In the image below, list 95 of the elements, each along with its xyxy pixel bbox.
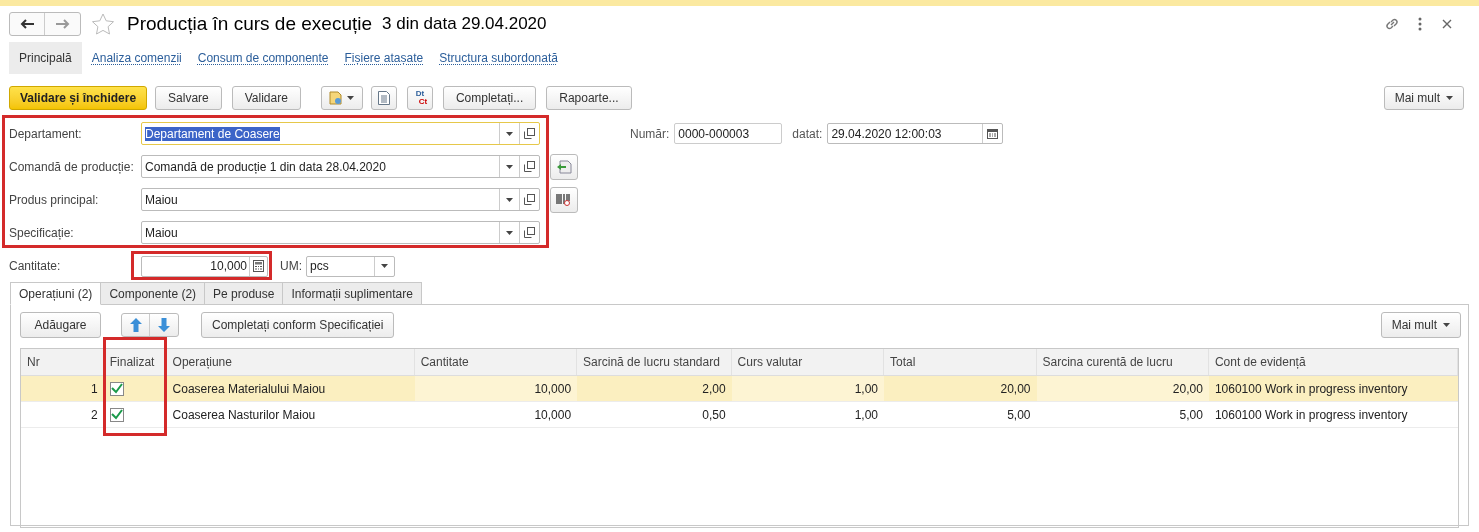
- more-actions-icon[interactable]: [1418, 17, 1422, 31]
- fill-by-specification-button[interactable]: Completați conform Specificației: [201, 312, 395, 338]
- star-icon[interactable]: [91, 13, 115, 35]
- field-label: Comandă de producție:: [9, 158, 135, 176]
- checkbox[interactable]: [109, 381, 124, 396]
- validate-close-button[interactable]: Validare și închidere: [9, 86, 148, 110]
- nav-link[interactable]: Fișiere atașate: [338, 42, 430, 74]
- create-based-button[interactable]: [320, 86, 363, 110]
- document-clock-icon: [329, 91, 344, 105]
- close-icon[interactable]: [1442, 19, 1452, 29]
- debit-credit-button[interactable]: Dt Ct: [406, 86, 433, 110]
- caret-icon: [1446, 96, 1453, 100]
- document-arrow-icon: [556, 159, 572, 174]
- document-subtitle: 3 din data 29.04.2020: [382, 13, 547, 36]
- tab[interactable]: Informații suplimentare: [282, 282, 422, 305]
- fill-from-order-button[interactable]: [550, 153, 578, 180]
- table-cell-text: 2,00: [701, 380, 727, 398]
- arrow-up-icon: [129, 318, 142, 332]
- table-cell-text: 1060100 Work in progress inventory: [1213, 380, 1409, 398]
- table-cell-text: Coaserea Nasturilor Maiou: [171, 406, 317, 424]
- field-label: Produs principal:: [9, 191, 100, 209]
- table-cell-text: 1060100 Work in progress inventory: [1213, 406, 1409, 424]
- caret-icon: [506, 131, 513, 136]
- more-button[interactable]: Mai mult: [1380, 312, 1461, 338]
- open-icon[interactable]: [524, 128, 535, 139]
- column-header[interactable]: Cont de evidență: [1208, 349, 1458, 375]
- select-field[interactable]: Maiou: [141, 188, 540, 211]
- toolbar-button[interactable]: Salvare: [155, 86, 222, 110]
- table-cell: 20,00: [1036, 376, 1209, 401]
- field-label: UM:: [280, 258, 302, 275]
- open-icon[interactable]: [524, 161, 535, 172]
- nav-link[interactable]: Structura subordonată: [433, 42, 564, 74]
- select-field[interactable]: Comandă de producție 1 din data 28.04.2020: [141, 155, 540, 178]
- column-header[interactable]: Cantitate: [414, 349, 578, 375]
- calculator-icon[interactable]: [253, 260, 264, 272]
- caret-icon: [1443, 323, 1450, 327]
- table-cell: 1,00: [731, 376, 885, 401]
- table-cell: 10,000: [414, 376, 578, 401]
- column-header[interactable]: Sarcina curentă de lucru: [1036, 349, 1209, 375]
- field-label: Departament:: [9, 125, 83, 143]
- caret-icon: [506, 197, 513, 202]
- column-header[interactable]: Sarcină de lucru standard: [577, 349, 732, 375]
- toolbar-button[interactable]: Validare: [231, 86, 301, 110]
- toolbar-button[interactable]: Rapoarte...: [546, 86, 632, 110]
- checkmark-icon: [110, 383, 123, 394]
- document-icon: [377, 91, 390, 105]
- arrow-right-icon: [55, 19, 70, 29]
- checkbox[interactable]: [109, 407, 124, 422]
- column-header[interactable]: Curs valutar: [731, 349, 885, 375]
- table-row[interactable]: 1 Coaserea Materialului Maiou 10,000 2,00 1,00 20,00 20,00 1060100 Work in progress inventory: [21, 376, 1458, 402]
- column-header[interactable]: Finalizat: [103, 349, 167, 375]
- table-cell-text: 5,00: [1006, 406, 1032, 424]
- number-field[interactable]: 0000-000003: [674, 123, 783, 144]
- table-cell-text: 1: [90, 380, 99, 398]
- arrow-down-icon: [158, 318, 170, 332]
- field-label: Specificație:: [9, 224, 75, 242]
- add-button[interactable]: Adăugare: [20, 312, 101, 338]
- quantity-field[interactable]: 10,000: [141, 255, 268, 277]
- select-field[interactable]: Maiou: [141, 221, 540, 244]
- nav-tab[interactable]: Principală: [9, 42, 82, 74]
- field-label: Cantitate:: [9, 258, 62, 275]
- calendar-icon[interactable]: [987, 128, 999, 139]
- tab[interactable]: Operațiuni (2): [10, 282, 102, 305]
- window-title: Producția în curs de execuție: [127, 11, 373, 36]
- table-cell-text: 2: [90, 406, 99, 424]
- caret-icon: [381, 264, 388, 268]
- nav-link[interactable]: Consum de componente: [191, 42, 335, 74]
- nav-link[interactable]: Analiza comenzii: [85, 42, 188, 74]
- caret-icon: [506, 164, 513, 169]
- document-button[interactable]: [370, 86, 397, 110]
- arrow-left-icon: [20, 19, 34, 29]
- table-cell-text: 1,00: [853, 406, 880, 424]
- column-header[interactable]: Total: [884, 349, 1037, 375]
- table-cell-text: 5,00: [1178, 406, 1204, 424]
- unit-select[interactable]: pcs: [306, 255, 395, 277]
- column-header[interactable]: Operațiune: [166, 349, 415, 375]
- barcode-icon: [556, 192, 572, 207]
- table-cell-text: 20,00: [999, 380, 1032, 398]
- more-button[interactable]: Mai mult: [1383, 86, 1464, 110]
- toolbar-button[interactable]: Completați...: [442, 86, 537, 110]
- open-icon[interactable]: [524, 227, 535, 238]
- field-label: Număr:: [630, 125, 670, 143]
- open-icon[interactable]: [524, 194, 535, 205]
- column-header[interactable]: Nr: [21, 349, 104, 375]
- table-cell-text: 0,50: [701, 406, 727, 424]
- link-icon[interactable]: [1384, 16, 1400, 32]
- date-field[interactable]: 29.04.2020 12:00:03: [827, 123, 1004, 144]
- caret-icon: [506, 230, 513, 235]
- caret-icon: [347, 96, 355, 100]
- table-cell-text: 10,000: [533, 406, 573, 424]
- checkmark-icon: [110, 409, 123, 420]
- select-field[interactable]: Departament de Coasere: [141, 122, 540, 145]
- barcode-search-button[interactable]: [550, 186, 578, 213]
- field-label: datat:: [792, 125, 823, 143]
- table-cell-text: Coaserea Materialului Maiou: [171, 380, 327, 398]
